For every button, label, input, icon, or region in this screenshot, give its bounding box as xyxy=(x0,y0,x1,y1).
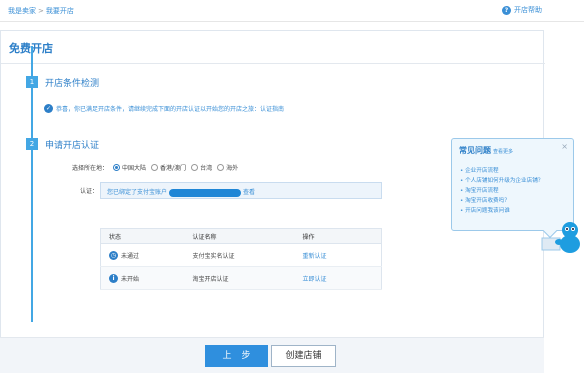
option-label: 台湾 xyxy=(200,165,213,172)
create-shop-button[interactable]: 创建店铺 xyxy=(271,345,336,367)
faq-item[interactable]: 淘宝开店流程 xyxy=(460,186,543,196)
radio-dot xyxy=(113,164,121,171)
col-status: 状态 xyxy=(100,228,185,244)
step-1-title: 开店条件检测 xyxy=(45,79,100,89)
breadcrumb-home[interactable]: 我是卖家 xyxy=(8,7,36,15)
faq-title: 常见问题 查看更多 xyxy=(459,145,513,156)
status-text: 未通过 xyxy=(121,252,140,260)
auth-now-link[interactable]: 立即认证 xyxy=(303,276,327,283)
reauth-link[interactable]: 重新认证 xyxy=(303,253,327,260)
location-selector: 选择所在地： 中国大陆 香港/澳门 台湾 海外 xyxy=(72,163,238,172)
redacted-account xyxy=(169,188,242,197)
breadcrumb-separator: > xyxy=(38,7,44,15)
col-name: 认证名称 xyxy=(184,228,295,244)
title-divider xyxy=(1,63,545,64)
auth-prefix: 您已绑定了支付宝账户 xyxy=(107,189,168,196)
table-row: ◷ 未通过 支付宝实名认证 重新认证 xyxy=(100,243,382,267)
location-label: 选择所在地： xyxy=(72,165,109,172)
faq-list: 企业开店流程 个人店铺如何升级为企业店铺？ 淘宝开店流程 淘宝开店收费吗？ 开店… xyxy=(460,166,543,216)
condition-message: ✓ 恭喜，你已满足开店条件，请继续完成下面的开店认证以开始您的开店之旅：认证指南 xyxy=(44,104,284,113)
help-label: 开店帮助 xyxy=(514,6,542,14)
prev-step-button[interactable]: 上步 xyxy=(205,345,268,367)
clock-icon: ◷ xyxy=(109,250,118,260)
radio-dot xyxy=(191,164,199,171)
row-status: i 未开始 xyxy=(100,266,185,290)
step-2-title: 申请开店认证 xyxy=(45,141,100,151)
row-status: ◷ 未通过 xyxy=(100,243,185,267)
close-icon[interactable]: × xyxy=(561,142,568,151)
option-label: 香港/澳门 xyxy=(160,165,187,172)
step-2-number: 2 xyxy=(26,138,38,150)
mascot-icon[interactable] xyxy=(540,216,584,260)
faq-title-text: 常见问题 xyxy=(459,146,491,155)
faq-item[interactable]: 个人店铺如何升级为企业店铺？ xyxy=(460,176,543,186)
faq-item[interactable]: 淘宝开店收费吗？ xyxy=(460,196,543,206)
info-icon: i xyxy=(109,273,118,283)
col-action: 操作 xyxy=(294,228,382,244)
radio-dot xyxy=(151,164,159,171)
status-text: 未开始 xyxy=(121,275,140,283)
check-icon: ✓ xyxy=(44,104,53,113)
faq-item[interactable]: 开店问题我该问谁 xyxy=(460,206,543,216)
option-label: 中国大陆 xyxy=(122,165,147,172)
breadcrumb: 我是卖家 > 我要开店 xyxy=(8,6,74,16)
auth-info-box: 您已绑定了支付宝账户 查看 xyxy=(100,182,382,199)
step-1-number: 1 xyxy=(26,76,38,88)
auth-view-link[interactable]: 查看 xyxy=(243,189,255,196)
auth-label: 认证： xyxy=(80,188,99,195)
top-bar: 我是卖家 > 我要开店 ? 开店帮助 xyxy=(0,0,584,22)
breadcrumb-current[interactable]: 我要开店 xyxy=(46,7,74,15)
row-action: 重新认证 xyxy=(294,243,382,267)
auth-table: 状态 认证名称 操作 ◷ 未通过 支付宝实名认证 重新认证 i 未开始 淘宝开店认证… xyxy=(100,228,382,290)
location-option-overseas[interactable]: 海外 xyxy=(217,163,238,172)
faq-item[interactable]: 企业开店流程 xyxy=(460,166,543,176)
row-name: 淘宝开店认证 xyxy=(184,266,295,290)
table-header-row: 状态 认证名称 操作 xyxy=(100,228,382,244)
location-option-taiwan[interactable]: 台湾 xyxy=(191,163,212,172)
row-action: 立即认证 xyxy=(294,266,382,290)
help-link[interactable]: ? 开店帮助 xyxy=(502,5,542,15)
row-name: 支付宝实名认证 xyxy=(184,243,295,267)
condition-text: 恭喜，你已满足开店条件，请继续完成下面的开店认证以开始您的开店之旅：认证指南 xyxy=(56,106,285,113)
question-icon: ? xyxy=(502,5,511,15)
location-option-hkmo[interactable]: 香港/澳门 xyxy=(151,163,186,172)
table-row: i 未开始 淘宝开店认证 立即认证 xyxy=(100,266,382,290)
faq-more-link[interactable]: 查看更多 xyxy=(493,149,513,155)
option-label: 海外 xyxy=(226,165,239,172)
radio-dot xyxy=(217,164,225,171)
location-option-mainland[interactable]: 中国大陆 xyxy=(113,163,146,172)
